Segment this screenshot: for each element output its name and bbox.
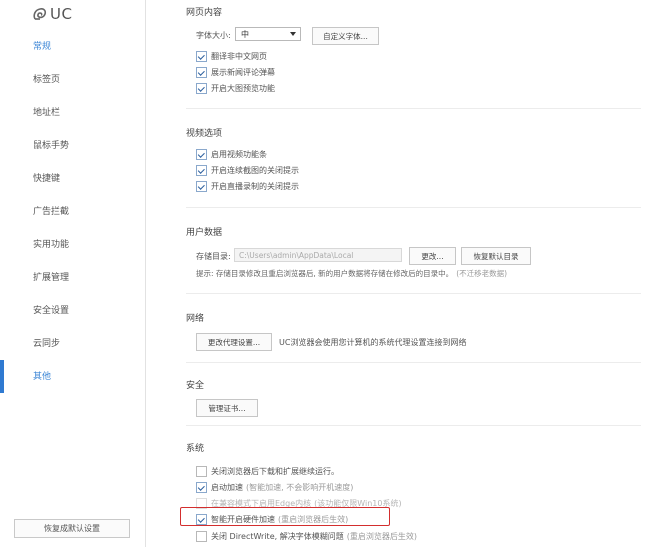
sidebar-item-security[interactable]: 安全设置	[33, 304, 69, 318]
option-live-record-close-tip[interactable]: 开启直播录制的关闭提示	[196, 181, 299, 192]
option-translate[interactable]: 翻译非中文网页	[196, 51, 267, 62]
settings-panel: 网页内容 字体大小: 中 自定义字体... 翻译非中文网页 展示新闻评论弹幕 开…	[146, 0, 650, 547]
option-label: 开启大图预览功能	[211, 84, 275, 93]
checkbox[interactable]	[196, 531, 207, 542]
option-label: 启用视频功能条	[211, 150, 267, 159]
sidebar-item-address-bar[interactable]: 地址栏	[33, 106, 60, 120]
chevron-down-icon	[290, 32, 296, 36]
option-note: (重启浏览器后生效)	[278, 515, 349, 524]
option-screenshot-close-tip[interactable]: 开启连续截图的关闭提示	[196, 165, 299, 176]
font-size-label: 字体大小:	[196, 31, 231, 40]
font-size-value: 中	[241, 29, 249, 39]
sidebar-item-ad-block[interactable]: 广告拦截	[33, 205, 69, 219]
logo-text: UC	[50, 5, 73, 23]
active-nav-marker	[0, 360, 4, 393]
uc-squirrel-icon	[33, 8, 47, 20]
divider	[186, 207, 641, 208]
sidebar-item-mouse-gestures[interactable]: 鼠标手势	[33, 139, 69, 153]
sidebar-item-utilities[interactable]: 实用功能	[33, 238, 69, 252]
hint-text: 提示: 存储目录修改且重启浏览器后, 新的用户数据将存储在修改后的目录中。	[196, 269, 454, 278]
option-label: 开启连续截图的关闭提示	[211, 166, 299, 175]
proxy-settings-button[interactable]: 更改代理设置...	[196, 333, 272, 351]
section-title-system: 系统	[186, 444, 205, 454]
checkbox	[196, 498, 207, 509]
divider	[186, 108, 641, 109]
sidebar-item-extensions[interactable]: 扩展管理	[33, 271, 69, 285]
checkbox[interactable]	[196, 514, 207, 525]
checkbox[interactable]	[196, 149, 207, 160]
custom-font-button[interactable]: 自定义字体...	[312, 27, 379, 45]
option-note: (重启浏览器后生效)	[346, 532, 417, 541]
restore-default-dir-button[interactable]: 恢复默认目录	[461, 247, 531, 265]
uc-logo: UC	[32, 3, 72, 25]
storage-hint: 提示: 存储目录修改且重启浏览器后, 新的用户数据将存储在修改后的目录中。 (不…	[196, 268, 507, 279]
checkbox[interactable]	[196, 466, 207, 477]
checkbox[interactable]	[196, 67, 207, 78]
storage-label: 存储目录:	[196, 252, 231, 261]
divider	[186, 425, 641, 426]
divider	[186, 293, 641, 294]
change-dir-button[interactable]: 更改...	[409, 247, 456, 265]
checkbox[interactable]	[196, 51, 207, 62]
option-note: (智能加速, 不会影响开机速度)	[246, 483, 354, 492]
proxy-description: UC浏览器会使用您计算机的系统代理设置连接到网络	[279, 338, 467, 347]
option-label: 关闭 DirectWrite, 解决字体模糊问题	[211, 532, 344, 541]
sidebar: UC 常规 标签页 地址栏 鼠标手势 快捷键 广告拦截 实用功能 扩展管理 安全…	[0, 0, 146, 547]
checkbox[interactable]	[196, 83, 207, 94]
sidebar-item-general[interactable]: 常规	[33, 40, 51, 54]
option-video-bar[interactable]: 启用视频功能条	[196, 149, 267, 160]
section-title-web-content: 网页内容	[186, 8, 223, 18]
storage-path-field[interactable]: C:\Users\admin\AppData\Local	[234, 248, 402, 262]
option-label: 智能开启硬件加速	[211, 515, 275, 524]
option-label: 在兼容模式下启用Edge内核	[211, 499, 312, 508]
section-title-network: 网络	[186, 314, 205, 324]
option-disable-directwrite[interactable]: 关闭 DirectWrite, 解决字体模糊问题 (重启浏览器后生效)	[196, 531, 417, 542]
option-note: (该功能仅限Win10系统)	[314, 499, 402, 508]
divider	[186, 362, 641, 363]
reset-defaults-button[interactable]: 恢复成默认设置	[14, 519, 130, 538]
option-label: 开启直播录制的关闭提示	[211, 182, 299, 191]
sidebar-item-tabs[interactable]: 标签页	[33, 73, 60, 87]
sidebar-item-shortcuts[interactable]: 快捷键	[33, 172, 60, 186]
font-size-select[interactable]: 中	[235, 27, 301, 41]
option-hardware-acceleration[interactable]: 智能开启硬件加速 (重启浏览器后生效)	[196, 514, 348, 525]
section-title-user-data: 用户数据	[186, 228, 223, 238]
option-background-run[interactable]: 关闭浏览器后下载和扩展继续运行。	[196, 466, 339, 477]
option-startup-boost[interactable]: 启动加速 (智能加速, 不会影响开机速度)	[196, 482, 353, 493]
option-image-preview[interactable]: 开启大图预览功能	[196, 83, 275, 94]
section-title-video: 视频选项	[186, 129, 223, 139]
checkbox[interactable]	[196, 482, 207, 493]
sidebar-item-cloud-sync[interactable]: 云同步	[33, 337, 60, 351]
section-title-security: 安全	[186, 381, 205, 391]
option-label: 翻译非中文网页	[211, 52, 267, 61]
option-edge-kernel: 在兼容模式下启用Edge内核 (该功能仅限Win10系统)	[196, 498, 402, 509]
option-news-comments[interactable]: 展示新闻评论弹幕	[196, 67, 275, 78]
option-label: 启动加速	[211, 483, 243, 492]
manage-certificates-button[interactable]: 管理证书...	[196, 399, 258, 417]
option-label: 展示新闻评论弹幕	[211, 68, 275, 77]
checkbox[interactable]	[196, 181, 207, 192]
sidebar-item-other[interactable]: 其他	[33, 370, 51, 384]
checkbox[interactable]	[196, 165, 207, 176]
option-label: 关闭浏览器后下载和扩展继续运行。	[211, 467, 339, 476]
hint-extra: (不迁移老数据)	[456, 269, 508, 278]
